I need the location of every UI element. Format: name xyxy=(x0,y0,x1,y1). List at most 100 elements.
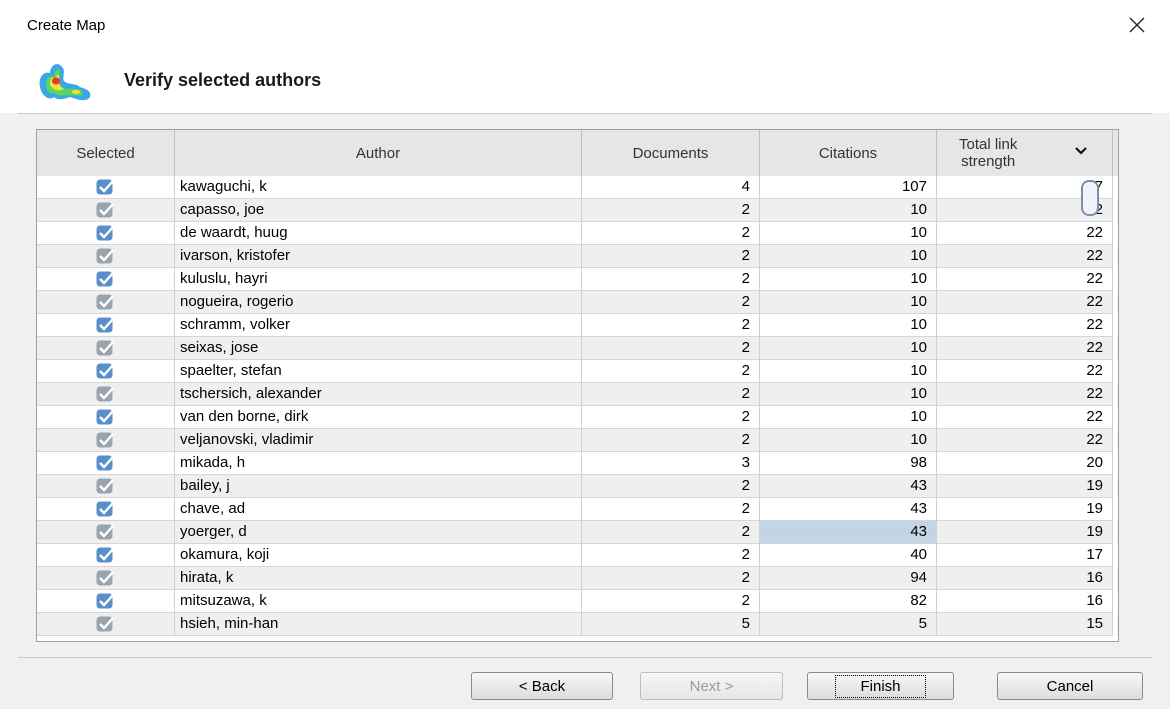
selected-checkbox[interactable] xyxy=(37,498,175,521)
finish-button[interactable]: Finish xyxy=(807,672,954,700)
total-cell[interactable]: 22 xyxy=(937,406,1113,429)
citations-cell[interactable]: 10 xyxy=(760,222,937,245)
citations-cell[interactable]: 10 xyxy=(760,429,937,452)
documents-cell[interactable]: 2 xyxy=(582,245,760,268)
documents-cell[interactable]: 2 xyxy=(582,222,760,245)
table-row[interactable]: de waardt, huug 2 10 22 xyxy=(37,222,1118,245)
selected-checkbox[interactable] xyxy=(37,314,175,337)
table-row[interactable]: mikada, h 3 98 20 xyxy=(37,452,1118,475)
author-name-cell[interactable]: kawaguchi, k xyxy=(175,176,582,199)
table-row[interactable]: veljanovski, vladimir 2 10 22 xyxy=(37,429,1118,452)
column-header-documents[interactable]: Documents xyxy=(582,130,760,176)
table-row[interactable]: spaelter, stefan 2 10 22 xyxy=(37,360,1118,383)
author-name-cell[interactable]: seixas, jose xyxy=(175,337,582,360)
selected-checkbox[interactable] xyxy=(37,245,175,268)
selected-checkbox[interactable] xyxy=(37,590,175,613)
author-name-cell[interactable]: tschersich, alexander xyxy=(175,383,582,406)
documents-cell[interactable]: 4 xyxy=(582,176,760,199)
citations-cell[interactable]: 10 xyxy=(760,245,937,268)
citations-cell[interactable]: 10 xyxy=(760,199,937,222)
table-row[interactable]: ivarson, kristofer 2 10 22 xyxy=(37,245,1118,268)
table-row[interactable]: capasso, joe21022 xyxy=(37,199,1118,222)
table-row[interactable]: bailey, j 2 43 19 xyxy=(37,475,1118,498)
column-header-selected[interactable]: Selected xyxy=(37,130,175,176)
selected-checkbox[interactable] xyxy=(37,406,175,429)
citations-cell[interactable]: 10 xyxy=(760,360,937,383)
total-cell[interactable]: 22 xyxy=(937,337,1113,360)
citations-cell[interactable]: 10 xyxy=(760,268,937,291)
author-name-cell[interactable]: schramm, volker xyxy=(175,314,582,337)
total-cell[interactable]: 22 xyxy=(937,429,1113,452)
column-header-citations[interactable]: Citations xyxy=(760,130,937,176)
total-cell[interactable]: 22 xyxy=(937,383,1113,406)
citations-cell[interactable]: 43 xyxy=(760,521,937,544)
author-name-cell[interactable]: mitsuzawa, k xyxy=(175,590,582,613)
documents-cell[interactable]: 3 xyxy=(582,452,760,475)
table-row[interactable]: hirata, k 2 94 16 xyxy=(37,567,1118,590)
documents-cell[interactable]: 5 xyxy=(582,613,760,636)
citations-cell[interactable]: 10 xyxy=(760,314,937,337)
documents-cell[interactable]: 2 xyxy=(582,498,760,521)
selected-checkbox[interactable] xyxy=(37,337,175,360)
selected-checkbox[interactable] xyxy=(37,521,175,544)
documents-cell[interactable]: 2 xyxy=(582,521,760,544)
total-cell[interactable]: 22 xyxy=(937,222,1113,245)
table-row[interactable]: yoerger, d 2 43 19 xyxy=(37,521,1118,544)
author-name-cell[interactable]: ivarson, kristofer xyxy=(175,245,582,268)
selected-checkbox[interactable] xyxy=(37,199,175,222)
documents-cell[interactable]: 2 xyxy=(582,544,760,567)
documents-cell[interactable]: 2 xyxy=(582,291,760,314)
total-cell[interactable]: 22 xyxy=(937,314,1113,337)
documents-cell[interactable]: 2 xyxy=(582,475,760,498)
documents-cell[interactable]: 2 xyxy=(582,590,760,613)
total-cell[interactable]: 20 xyxy=(937,452,1113,475)
selected-checkbox[interactable] xyxy=(37,360,175,383)
table-row[interactable]: mitsuzawa, k 2 82 16 xyxy=(37,590,1118,613)
author-name-cell[interactable]: okamura, koji xyxy=(175,544,582,567)
author-name-cell[interactable]: de waardt, huug xyxy=(175,222,582,245)
author-name-cell[interactable]: spaelter, stefan xyxy=(175,360,582,383)
close-button[interactable] xyxy=(1121,10,1153,40)
table-row[interactable]: seixas, jose 2 10 22 xyxy=(37,337,1118,360)
table-row[interactable]: kawaguchi, k410727 xyxy=(37,176,1118,199)
column-header-author[interactable]: Author xyxy=(175,130,582,176)
total-cell[interactable]: 15 xyxy=(937,613,1113,636)
citations-cell[interactable]: 94 xyxy=(760,567,937,590)
selected-checkbox[interactable] xyxy=(37,567,175,590)
citations-cell[interactable]: 107 xyxy=(760,176,937,199)
selected-checkbox[interactable] xyxy=(37,475,175,498)
total-cell[interactable]: 22 xyxy=(937,291,1113,314)
total-cell[interactable]: 22 xyxy=(937,360,1113,383)
citations-cell[interactable]: 10 xyxy=(760,406,937,429)
author-name-cell[interactable]: kuluslu, hayri xyxy=(175,268,582,291)
author-name-cell[interactable]: nogueira, rogerio xyxy=(175,291,582,314)
table-row[interactable]: nogueira, rogerio 2 10 22 xyxy=(37,291,1118,314)
author-name-cell[interactable]: chave, ad xyxy=(175,498,582,521)
documents-cell[interactable]: 2 xyxy=(582,429,760,452)
citations-cell[interactable]: 10 xyxy=(760,383,937,406)
citations-cell[interactable]: 82 xyxy=(760,590,937,613)
selected-checkbox[interactable] xyxy=(37,544,175,567)
table-row[interactable]: hsieh, min-han 5 5 15 xyxy=(37,613,1118,636)
selected-checkbox[interactable] xyxy=(37,452,175,475)
citations-cell[interactable]: 98 xyxy=(760,452,937,475)
table-row[interactable]: kuluslu, hayri 2 10 22 xyxy=(37,268,1118,291)
selected-checkbox[interactable] xyxy=(37,429,175,452)
total-cell[interactable]: 17 xyxy=(937,544,1113,567)
documents-cell[interactable]: 2 xyxy=(582,360,760,383)
author-name-cell[interactable]: veljanovski, vladimir xyxy=(175,429,582,452)
author-name-cell[interactable]: yoerger, d xyxy=(175,521,582,544)
author-name-cell[interactable]: hirata, k xyxy=(175,567,582,590)
total-cell[interactable]: 22 xyxy=(937,268,1113,291)
selected-checkbox[interactable] xyxy=(37,222,175,245)
documents-cell[interactable]: 2 xyxy=(582,406,760,429)
total-cell[interactable]: 19 xyxy=(937,521,1113,544)
total-cell[interactable]: 22 xyxy=(937,245,1113,268)
total-cell[interactable]: 16 xyxy=(937,567,1113,590)
scrollbar-thumb[interactable] xyxy=(1081,180,1099,216)
citations-cell[interactable]: 10 xyxy=(760,291,937,314)
citations-cell[interactable]: 43 xyxy=(760,475,937,498)
back-button[interactable]: < Back xyxy=(471,672,613,700)
documents-cell[interactable]: 2 xyxy=(582,268,760,291)
selected-checkbox[interactable] xyxy=(37,613,175,636)
